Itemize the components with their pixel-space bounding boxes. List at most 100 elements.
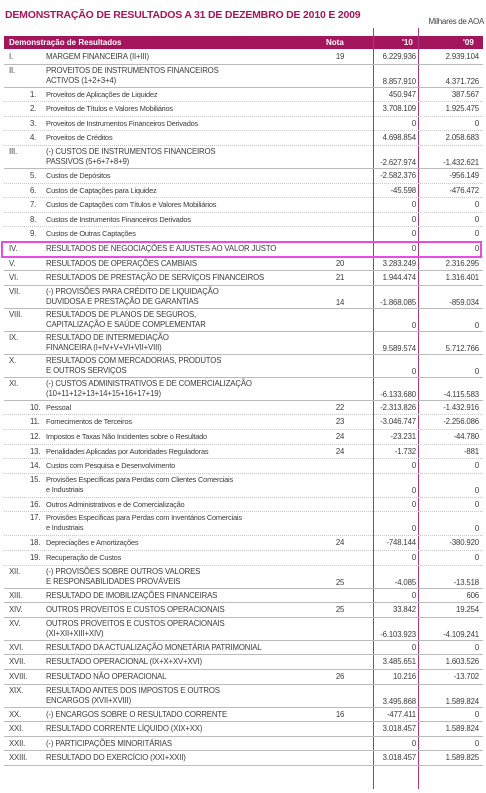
row-number: XII. [9, 566, 21, 576]
row-number: 17. [30, 513, 41, 523]
row-note: 16 [335, 709, 345, 719]
value-2009: -956.149 [449, 171, 479, 180]
row-label-line: (-) ENCARGOS SOBRE O RESULTADO CORRENTE [46, 709, 228, 719]
header-nota: Nota [326, 38, 344, 47]
row-label-line: Proveitos de Títulos e Valores Mobiliári… [46, 104, 173, 114]
row-label-line: Fornecimentos de Terceiros [46, 417, 132, 427]
row-label-line: RESULTADOS DE PLANOS DE SEGUROS, [46, 309, 197, 319]
row-note: 25 [335, 605, 345, 615]
row-label: Custos de Captações com Títulos e Valore… [46, 200, 216, 210]
row-label-line: Custos de Outras Captações [46, 229, 136, 239]
value-2010: -1.732 [394, 446, 416, 456]
value-2009: 0 [474, 229, 479, 239]
value-2010: -6.103.923 [380, 629, 416, 639]
row-label-line: RESULTADOS DE PRESTAÇÃO DE SERVIÇOS FINA… [46, 273, 265, 283]
row-label: MARGEM FINANCEIRA (II+III) [46, 52, 149, 62]
row-number: I. [9, 52, 14, 61]
row-label-line: RESULTADO DO EXERCÍCIO (XXI+XXII) [46, 753, 186, 763]
row-label-line: Penalidades Aplicadas por Autoridades Re… [46, 446, 209, 456]
value-2010: 0 [411, 118, 416, 128]
row-number: 4. [30, 133, 37, 143]
row-label-line: Provisões Específicas para Perdas com Cl… [46, 474, 233, 484]
row-number: XIII. [9, 590, 23, 600]
value-2009: 1.925.475 [445, 104, 479, 114]
value-2010: 33.842 [393, 605, 416, 615]
table-row: 12. Impostos e Taxas Não Incidentes sobre… [4, 430, 483, 445]
row-number: XX. [9, 709, 22, 719]
value-2010: 3.018.457 [382, 724, 416, 734]
row-number: XV. [9, 618, 21, 628]
value-2010: 6.229.936 [382, 52, 416, 61]
row-label-line: MARGEM FINANCEIRA (II+III) [46, 52, 149, 61]
value-2010: 3.283.249 [382, 258, 416, 268]
row-label-line: RESULTADO DA ACTUALIZAÇÃO MONETÁRIA PATR… [46, 642, 262, 652]
row-label: (-) ENCARGOS SOBRE O RESULTADO CORRENTE [46, 710, 227, 720]
row-label-line: RESULTADO DE INTERMEDIAÇÃO [46, 332, 169, 342]
row-note: 14 [335, 297, 345, 307]
row-label-line: RESULTADO DE IMOBILIZAÇÕES FINANCEIRAS [46, 590, 218, 600]
row-number: 16. [30, 499, 41, 509]
row-label-line: Depreciações e Amortizações [46, 538, 139, 548]
value-2009: 0 [474, 553, 479, 562]
row-number: X. [9, 355, 17, 365]
row-label: Recuperação de Custos [46, 553, 121, 563]
table-row: 19. Recuperação de Custos 0 0 [4, 551, 483, 566]
row-label-line: (-) PROVISÕES PARA CRÉDITO DE LIQUIDAÇÃO [46, 286, 219, 296]
row-label-line: ENCARGOS (XVII+XVIII) [46, 695, 132, 705]
value-2010: 450.947 [388, 89, 416, 99]
row-label: Provisões Específicas para Perdas com Cl… [46, 475, 233, 495]
row-note: 19 [335, 52, 345, 61]
row-number: III. [9, 147, 18, 156]
table-row: XVII. RESULTADO OPERACIONAL (IX+X+XV+XVI)… [4, 655, 483, 670]
row-label-line: Custos de Captações com Títulos e Valore… [46, 200, 217, 210]
row-number: 7. [30, 200, 37, 210]
table-row: XXI. RESULTADO CORRENTE LÍQUIDO (XIX+XX) 3… [4, 722, 483, 737]
value-2009: 0 [474, 461, 479, 471]
row-label: RESULTADOS DE PLANOS DE SEGUROS, CAPITALI… [46, 310, 206, 330]
row-label-line: Provisões Específicas para Perdas com In… [46, 513, 242, 523]
table-row: 1. Proveitos de Aplicações de Liquidez 450… [4, 88, 483, 103]
row-number: 18. [30, 538, 41, 548]
value-2009: -380.920 [449, 538, 479, 548]
row-label: Fornecimentos de Terceiros [46, 417, 132, 427]
row-label-line: E RESPONSABILIDADES PROVÁVEIS [46, 576, 181, 586]
value-2010: -1.868.085 [380, 297, 416, 307]
row-label-line: RESULTADOS COM MERCADORIAS, PRODUTOS [46, 355, 222, 365]
row-label: (-) CUSTOS DE INSTRUMENTOS FINANCEIROS PA… [46, 147, 216, 167]
row-label-line: Pessoal [46, 402, 71, 412]
row-number: 1. [30, 89, 37, 99]
row-number: XI. [9, 378, 19, 388]
row-label-line: e Industriais [46, 484, 84, 494]
value-2009: 0 [474, 118, 479, 128]
value-2009: 2.939.104 [445, 52, 479, 61]
table-row: 4. Proveitos de Créditos 4.698.854 2.058.68… [4, 131, 483, 146]
row-label: (-) CUSTOS ADMINISTRATIVOS E DE COMERCIA… [46, 379, 252, 399]
row-label-line: OUTROS PROVEITOS E CUSTOS OPERACIONAIS [46, 618, 225, 628]
row-label: RESULTADO DE INTERMEDIAÇÃO FINANCEIRA (I+… [46, 333, 169, 353]
table-row: IX. RESULTADO DE INTERMEDIAÇÃO FINANCEIRA … [4, 332, 483, 355]
table-row: III. (-) CUSTOS DE INSTRUMENTOS FINANCEIR… [4, 146, 483, 169]
value-2009: 0 [474, 524, 479, 534]
value-2010: 0 [411, 214, 416, 224]
value-2009: 0 [474, 366, 479, 376]
table-row: XX. (-) ENCARGOS SOBRE O RESULTADO CORREN… [4, 708, 483, 723]
table-row: 17. Provisões Específicas para Perdas com… [4, 512, 483, 537]
row-label: Custos de Outras Captações [46, 229, 136, 239]
row-number: 15. [30, 474, 41, 484]
row-label: Custos de Depósitos [46, 171, 111, 181]
row-label-line: Custos de Instrumentos Financeiros Deriv… [46, 214, 191, 224]
value-2010: -477.411 [386, 709, 416, 719]
highlighted-row-frame [1, 241, 482, 258]
table-row: XIII. RESULTADO DE IMOBILIZAÇÕES FINANCEI… [4, 589, 483, 604]
row-label: RESULTADO DA ACTUALIZAÇÃO MONETÁRIA PATR… [46, 643, 262, 653]
row-label: Penalidades Aplicadas por Autoridades Re… [46, 446, 209, 457]
row-label: Custos de Instrumentos Financeiros Deriv… [46, 215, 191, 225]
row-label-line: Proveitos de Instrumentos Financeiros De… [46, 118, 199, 128]
row-label: RESULTADOS COM MERCADORIAS, PRODUTOS E OU… [46, 356, 221, 376]
row-label: (-) PARTICIPAÇÕES MINORITÁRIAS [46, 739, 172, 749]
row-label: Impostos e Taxas Não Incidentes sobre o … [46, 432, 207, 442]
row-label-line: (10+11+12+13+14+15+16+17+19) [46, 388, 161, 398]
value-2009: 0 [474, 738, 479, 748]
row-label-line: Custos com Pesquisa e Desenvolvimento [46, 461, 175, 471]
value-2010: 4.698.854 [382, 133, 416, 143]
